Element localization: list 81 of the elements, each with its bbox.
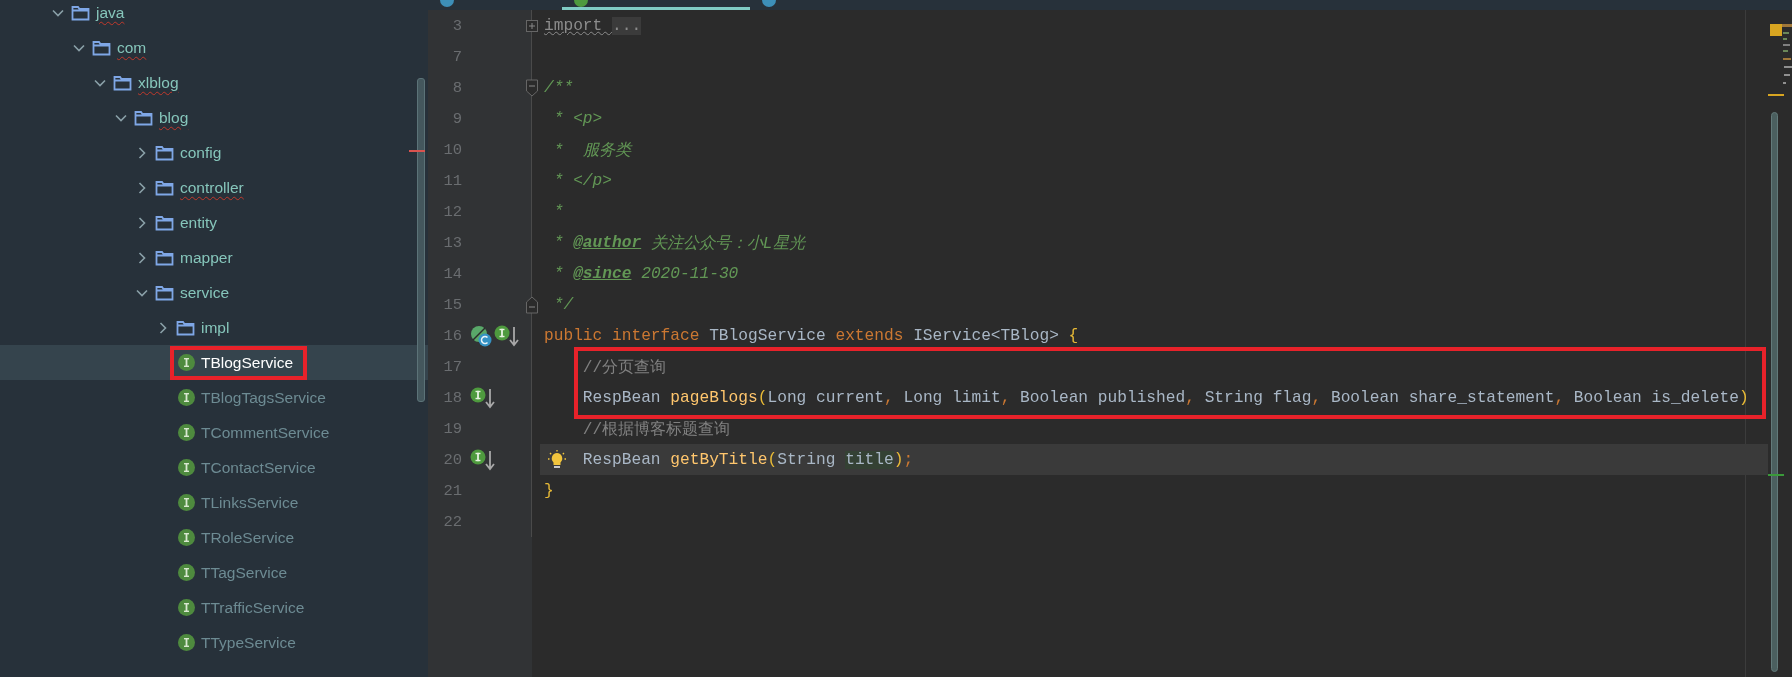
implemented-icon[interactable] — [494, 324, 520, 347]
line-number: 22 — [442, 512, 462, 531]
interface-icon — [178, 494, 195, 511]
editor-tab[interactable] — [562, 0, 750, 10]
line-number: 14 — [442, 264, 462, 283]
code-line: //分页查询 — [581, 357, 668, 379]
interface-icon — [178, 424, 195, 441]
folder-icon — [113, 74, 132, 91]
interface-icon — [178, 529, 195, 546]
tree-item[interactable]: TCommentService — [201, 421, 330, 444]
tree-item[interactable]: TTrafficService — [201, 596, 305, 619]
code-line: RespBean pageBlogs(Long current, Long limit, Boolean published, String flag, Boolean share_statement, Boolean is_delete) — [581, 387, 1750, 409]
tree-item[interactable]: mapper — [180, 246, 233, 269]
tree-item[interactable]: TBlogService — [201, 351, 294, 374]
code-line: */ — [552, 294, 575, 316]
interface-icon — [178, 459, 195, 476]
code-line: /** — [543, 77, 575, 99]
folder-icon — [155, 144, 174, 161]
tree-item[interactable]: TRoleService — [201, 526, 295, 549]
line-number: 18 — [442, 388, 462, 407]
tree-item[interactable]: service — [180, 281, 230, 304]
interface-icon — [178, 354, 195, 371]
line-number: 13 — [442, 233, 462, 252]
line-number: 19 — [442, 419, 462, 438]
warning-marker — [1768, 94, 1784, 96]
tree-item[interactable]: com — [117, 36, 147, 59]
folder-icon — [155, 249, 174, 266]
code-line: import ... — [543, 15, 643, 37]
code-line: * — [552, 201, 565, 223]
tree-item[interactable]: entity — [180, 211, 218, 234]
error-marker — [409, 150, 425, 152]
line-number: 12 — [442, 202, 462, 221]
code-line: * 服务类 — [552, 140, 634, 162]
scrollbar[interactable] — [417, 78, 425, 402]
scrollbar[interactable] — [1771, 112, 1778, 672]
tree-item[interactable]: config — [180, 141, 222, 164]
code-line: * </p> — [552, 170, 613, 192]
line-number: 11 — [442, 171, 462, 190]
tree-item[interactable]: impl — [201, 316, 230, 339]
change-marker — [1768, 474, 1784, 476]
folder-icon — [176, 319, 195, 336]
line-number: 16 — [442, 326, 462, 345]
code-line: * @author 关注公众号：小L星光 — [552, 232, 807, 255]
folder-icon — [92, 39, 111, 56]
tree-item[interactable]: java — [96, 1, 125, 24]
line-number: 9 — [451, 109, 462, 128]
class-hierarchy-icon[interactable] — [470, 324, 492, 347]
tree-item[interactable]: blog — [159, 106, 189, 129]
interface-icon — [178, 389, 195, 406]
implemented-icon[interactable] — [470, 386, 496, 409]
code-line: public interface TBlogService extends IService<TBlog> { — [543, 325, 1080, 347]
lightbulb-icon[interactable] — [548, 449, 566, 470]
line-number: 21 — [442, 481, 462, 500]
code-line: //根据博客标题查询 — [581, 419, 732, 441]
line-number: 20 — [442, 450, 462, 469]
collapse-fold-icon[interactable] — [525, 76, 539, 99]
folder-icon — [155, 179, 174, 196]
interface-icon — [178, 634, 195, 651]
tree-item[interactable]: TContactService — [201, 456, 316, 479]
line-number: 8 — [451, 78, 462, 97]
folder-icon — [155, 284, 174, 301]
implemented-icon[interactable] — [470, 448, 496, 471]
line-number: 3 — [451, 16, 462, 35]
tree-item[interactable]: controller — [180, 176, 244, 199]
line-number: 17 — [442, 357, 462, 376]
folder-icon — [71, 4, 90, 21]
tree-item[interactable]: TLinksService — [201, 491, 299, 514]
tree-item[interactable]: TTagService — [201, 561, 288, 584]
line-number: 10 — [442, 140, 462, 159]
tree-item[interactable]: xlblog — [138, 71, 179, 94]
tree-item[interactable]: TTypeService — [201, 631, 296, 654]
code-line: } — [543, 480, 555, 502]
line-number: 15 — [442, 295, 462, 314]
code-line: * @since 2020-11-30 — [552, 263, 740, 285]
line-number: 7 — [451, 47, 462, 66]
interface-icon — [178, 599, 195, 616]
folder-icon — [155, 214, 174, 231]
folder-icon — [134, 109, 153, 126]
code-line: * <p> — [552, 108, 604, 130]
tree-item[interactable]: TBlogTagsService — [201, 386, 326, 409]
interface-icon — [178, 564, 195, 581]
